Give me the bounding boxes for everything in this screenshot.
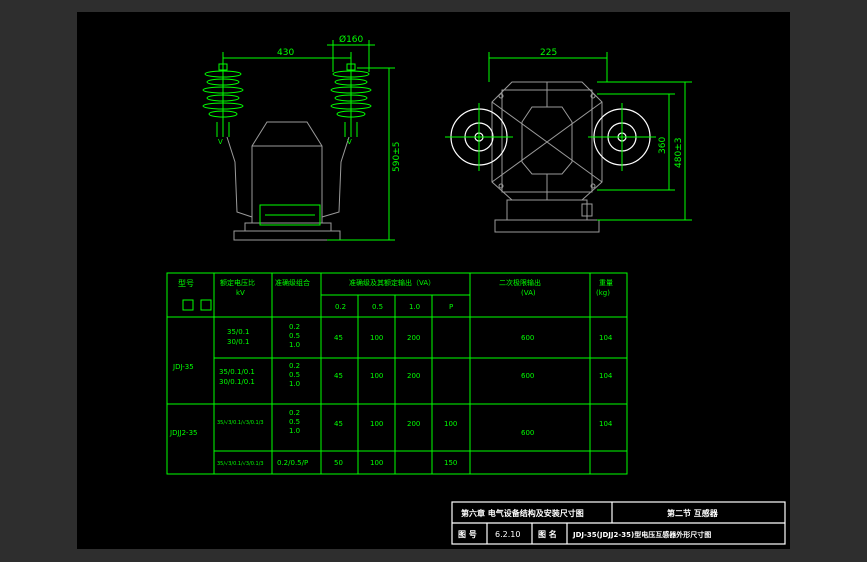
front-dimensions — [222, 40, 395, 241]
side-left-insulator — [445, 103, 513, 171]
r2-weight: 104 — [599, 420, 613, 428]
th-sub-0: 0.2 — [335, 303, 346, 311]
drawing-sheet: V V 430 Ø160 590±5 225 360 480±3 型号 额定电压… — [77, 12, 790, 549]
r3-v02: 50 — [334, 459, 343, 467]
left-insulator — [202, 54, 244, 137]
side-right-insulator — [588, 103, 656, 171]
table-checkbox-2 — [200, 299, 212, 311]
mark-right: V — [347, 138, 352, 146]
r2-acc1: 0.5 — [289, 418, 300, 426]
front-left-arm — [226, 136, 253, 218]
r0-acc0: 0.2 — [289, 323, 300, 331]
th-max-output: 二次极限输出 — [499, 278, 541, 287]
r0-v05: 100 — [370, 334, 383, 342]
th-sub-3: P — [449, 303, 453, 311]
model-1: JDJJ2-35 — [169, 429, 197, 437]
r1-ratio2: 30/0.1/0.1 — [219, 378, 255, 386]
tb-section: 第二节 互感器 — [667, 508, 719, 518]
dim-width: 430 — [277, 48, 294, 58]
th-weight: 重量 — [599, 279, 613, 287]
table-checkbox-1 — [182, 299, 194, 311]
side-base — [506, 199, 588, 221]
r0-v10: 200 — [407, 334, 420, 342]
cad-drawing: V V 430 Ø160 590±5 225 360 480±3 型号 额定电压… — [166, 34, 786, 545]
r1-weight: 104 — [599, 372, 613, 380]
dim-height: 590±5 — [392, 142, 402, 172]
r2-v02: 45 — [334, 420, 343, 428]
r0-v02: 45 — [334, 334, 343, 342]
th-ratio-unit: kV — [236, 289, 245, 297]
th-sub-2: 1.0 — [409, 303, 420, 311]
th-output: 准确级及其额定输出（VA） — [349, 278, 435, 287]
th-sub-1: 0.5 — [372, 303, 383, 311]
r2-vp: 100 — [444, 420, 457, 428]
front-tank — [251, 121, 323, 224]
tb-drawing-no: 6.2.10 — [495, 530, 520, 539]
r3-vp: 150 — [444, 459, 457, 467]
tb-chapter: 第六章 电气设备结构及安装尺寸图 — [461, 508, 584, 518]
r2-max: 600 — [521, 429, 534, 437]
tb-drawing-no-label: 图 号 — [458, 530, 477, 539]
r0-acc2: 1.0 — [289, 341, 300, 349]
front-base-block — [244, 222, 332, 232]
r2-ratio1: 35/√3/0.1/√3/0.1/3 — [217, 420, 264, 426]
front-base-plate — [233, 230, 341, 241]
r1-v05: 100 — [370, 372, 383, 380]
right-insulator — [330, 54, 372, 137]
r1-v02: 45 — [334, 372, 343, 380]
r3-acc0: 0.2/0.5/P — [277, 459, 308, 467]
r2-acc2: 1.0 — [289, 427, 300, 435]
r1-acc2: 1.0 — [289, 380, 300, 388]
dim-outer: 480±3 — [674, 138, 684, 168]
th-model: 型号 — [178, 279, 194, 288]
tb-drawing-name-label: 图 名 — [538, 529, 557, 539]
r1-ratio1: 35/0.1/0.1 — [219, 368, 255, 376]
r3-ratio1: 35/√3/0.1/√3/0.1/3 — [217, 461, 264, 467]
r2-v05: 100 — [370, 420, 383, 428]
tb-drawing-name: JDJ-35(JDJJ2-35)型电压互感器外形尺寸图 — [572, 530, 711, 539]
th-weight-unit: (kg) — [596, 289, 610, 297]
spec-table: 型号 额定电压比 kV 准确级组合 准确级及其额定输出（VA） 0.2 0.5 … — [166, 272, 628, 475]
r1-acc1: 0.5 — [289, 371, 300, 379]
r3-v05: 100 — [370, 459, 383, 467]
r0-ratio1: 35/0.1 — [227, 328, 249, 336]
model-0: JDJ-35 — [172, 363, 194, 371]
r0-ratio2: 30/0.1 — [227, 338, 249, 346]
r2-v10: 200 — [407, 420, 420, 428]
r1-v10: 200 — [407, 372, 420, 380]
side-dimensions — [488, 52, 692, 221]
dim-top: 225 — [540, 48, 557, 58]
dim-diameter: Ø160 — [339, 34, 364, 45]
th-accuracy: 准确级组合 — [275, 278, 310, 287]
th-max-output-unit: (VA) — [521, 289, 536, 297]
r1-max: 600 — [521, 372, 534, 380]
side-view: 225 360 480±3 — [445, 48, 692, 233]
r0-acc1: 0.5 — [289, 332, 300, 340]
r1-acc0: 0.2 — [289, 362, 300, 370]
title-block: 第六章 电气设备结构及安装尺寸图 第二节 互感器 图 号 6.2.10 图 名 … — [451, 501, 786, 545]
r2-acc0: 0.2 — [289, 409, 300, 417]
side-core — [521, 106, 573, 175]
front-right-arm — [321, 136, 350, 218]
dim-inner: 360 — [658, 137, 668, 154]
r0-max: 600 — [521, 334, 534, 342]
r0-weight: 104 — [599, 334, 613, 342]
mark-left: V — [218, 138, 223, 146]
front-view: V V 430 Ø160 590±5 — [202, 34, 402, 241]
th-ratio: 额定电压比 — [220, 278, 255, 287]
